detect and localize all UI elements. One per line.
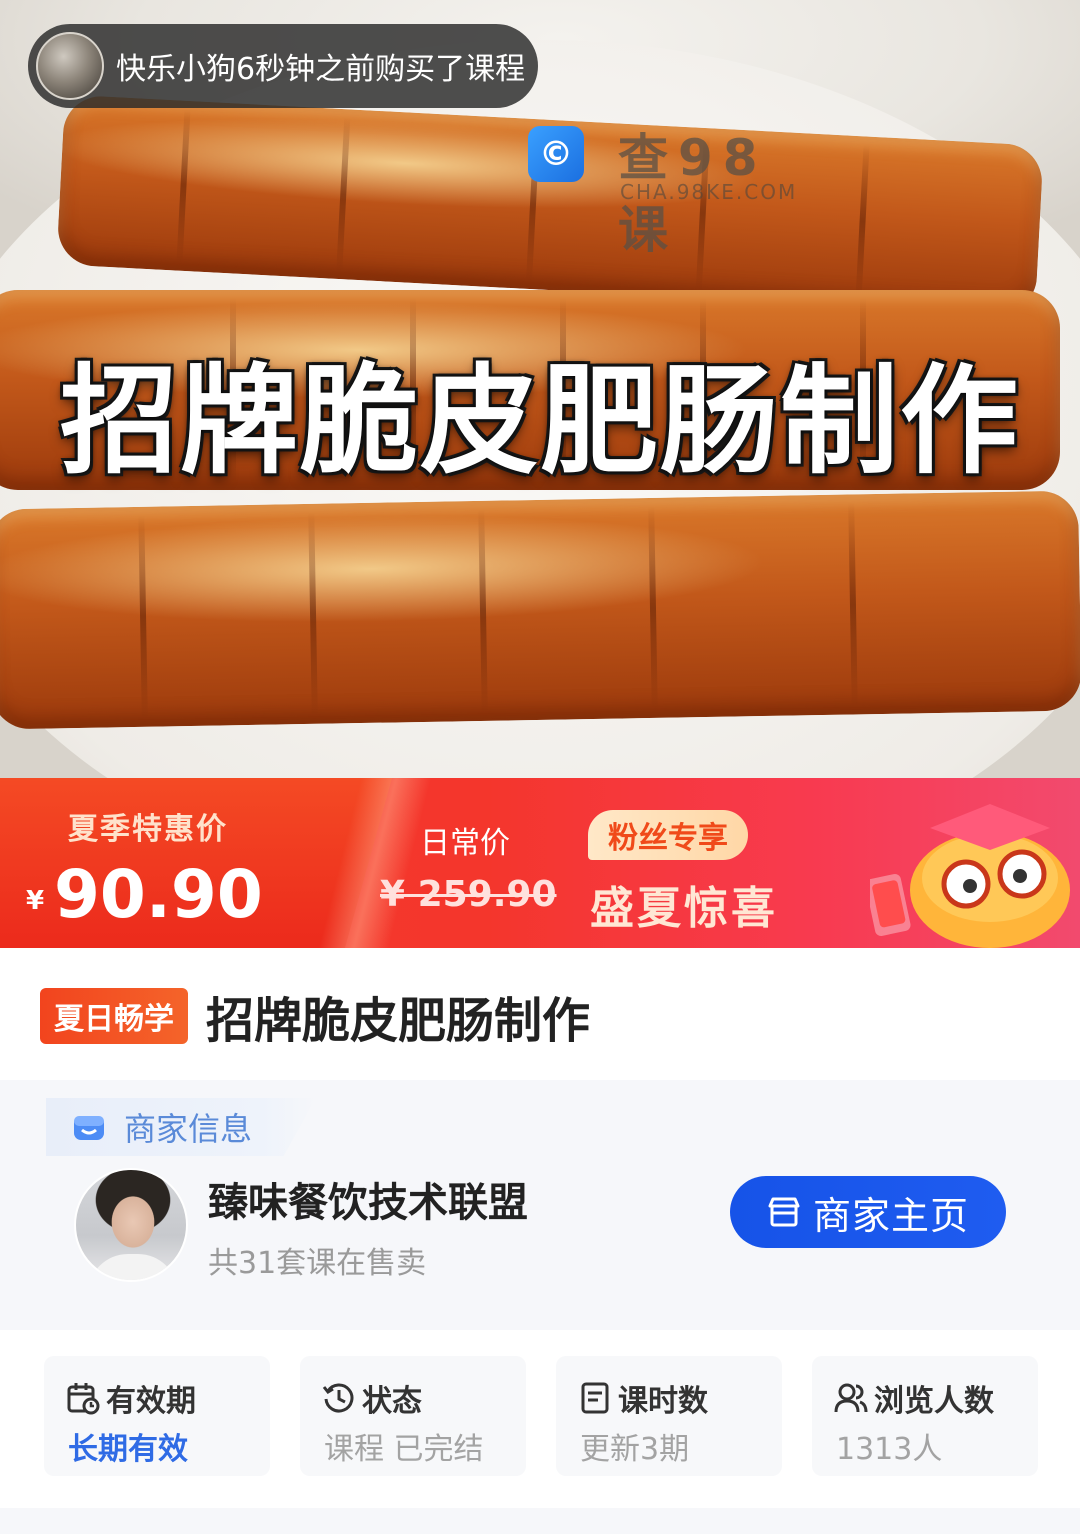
watermark-subtitle: CHA.98KE.COM [620, 180, 798, 204]
stat-value: 课程 已完结 [324, 1432, 484, 1467]
sausage-piece [0, 490, 1080, 730]
stat-value: 1313人 [836, 1432, 943, 1467]
merchant-header-label: 商家信息 [124, 1110, 253, 1148]
course-title: 招牌脆皮肥肠制作 [206, 993, 591, 1049]
stat-label: 状态 [362, 1384, 422, 1419]
bottom-spacer [0, 1508, 1080, 1534]
purchase-toast: 快乐小狗6秒钟之前购买了课程 [28, 24, 538, 108]
merchant-home-label: 商家主页 [812, 1193, 969, 1238]
course-cover-image: © 查98课 CHA.98KE.COM 招牌脆皮肥肠制作 快乐小狗6秒钟之前购买… [0, 0, 1080, 790]
promo-label: 夏季特惠价 [68, 812, 228, 847]
currency-symbol: ¥ [26, 886, 45, 916]
mascot-icon [870, 804, 1070, 948]
fans-badge: 粉丝专享 [588, 810, 748, 860]
stat-label: 浏览人数 [874, 1384, 994, 1419]
merchant-home-button[interactable]: 商家主页 [730, 1176, 1006, 1248]
buyer-avatar [36, 32, 104, 100]
promo-banner: 夏季特惠价 ¥ 90.90 日常价 ¥ 259.90 粉丝专享 盛夏惊喜 [0, 778, 1080, 948]
course-title-row: 夏日畅学 招牌脆皮肥肠制作 [40, 986, 590, 1049]
stat-status: 状态 课程 已完结 [300, 1356, 526, 1476]
regular-price: ¥ 259.90 [380, 874, 557, 915]
regular-price-label: 日常价 [420, 826, 510, 861]
stat-value: 长期有效 [68, 1432, 188, 1467]
purchase-toast-text: 快乐小狗6秒钟之前购买了课程 [116, 52, 526, 87]
summer-tag: 夏日畅学 [40, 988, 188, 1044]
course-stats: 有效期 长期有效 状态 课程 已完结 课时数 更新3期 浏览人数 1313人 [44, 1356, 1038, 1476]
merchant-avatar[interactable] [74, 1168, 188, 1282]
promo-slogan: 盛夏惊喜 [590, 883, 778, 934]
shop-icon [768, 1197, 800, 1227]
merchant-course-count: 共31套课在售卖 [208, 1246, 427, 1281]
document-icon [581, 1382, 609, 1414]
stat-label: 课时数 [618, 1384, 708, 1419]
stat-lessons: 课时数 更新3期 [556, 1356, 782, 1476]
store-icon [74, 1116, 104, 1140]
clock-icon [322, 1383, 354, 1413]
stat-views: 浏览人数 1313人 [812, 1356, 1038, 1476]
watermark-logo-icon: © [528, 126, 584, 182]
calendar-icon [67, 1383, 100, 1415]
cover-title: 招牌脆皮肥肠制作 [59, 352, 1020, 490]
users-icon [834, 1383, 868, 1413]
promo-price: 90.90 [54, 856, 263, 933]
stat-validity: 有效期 长期有效 [44, 1356, 270, 1476]
merchant-card: 商家信息 臻味餐饮技术联盟 共31套课在售卖 商家主页 [0, 1080, 1080, 1330]
watermark: © 查98课 CHA.98KE.COM [528, 124, 818, 259]
merchant-name[interactable]: 臻味餐饮技术联盟 [208, 1170, 528, 1228]
stat-label: 有效期 [106, 1384, 196, 1419]
merchant-header: 商家信息 [46, 1098, 316, 1156]
stat-value: 更新3期 [580, 1432, 690, 1467]
